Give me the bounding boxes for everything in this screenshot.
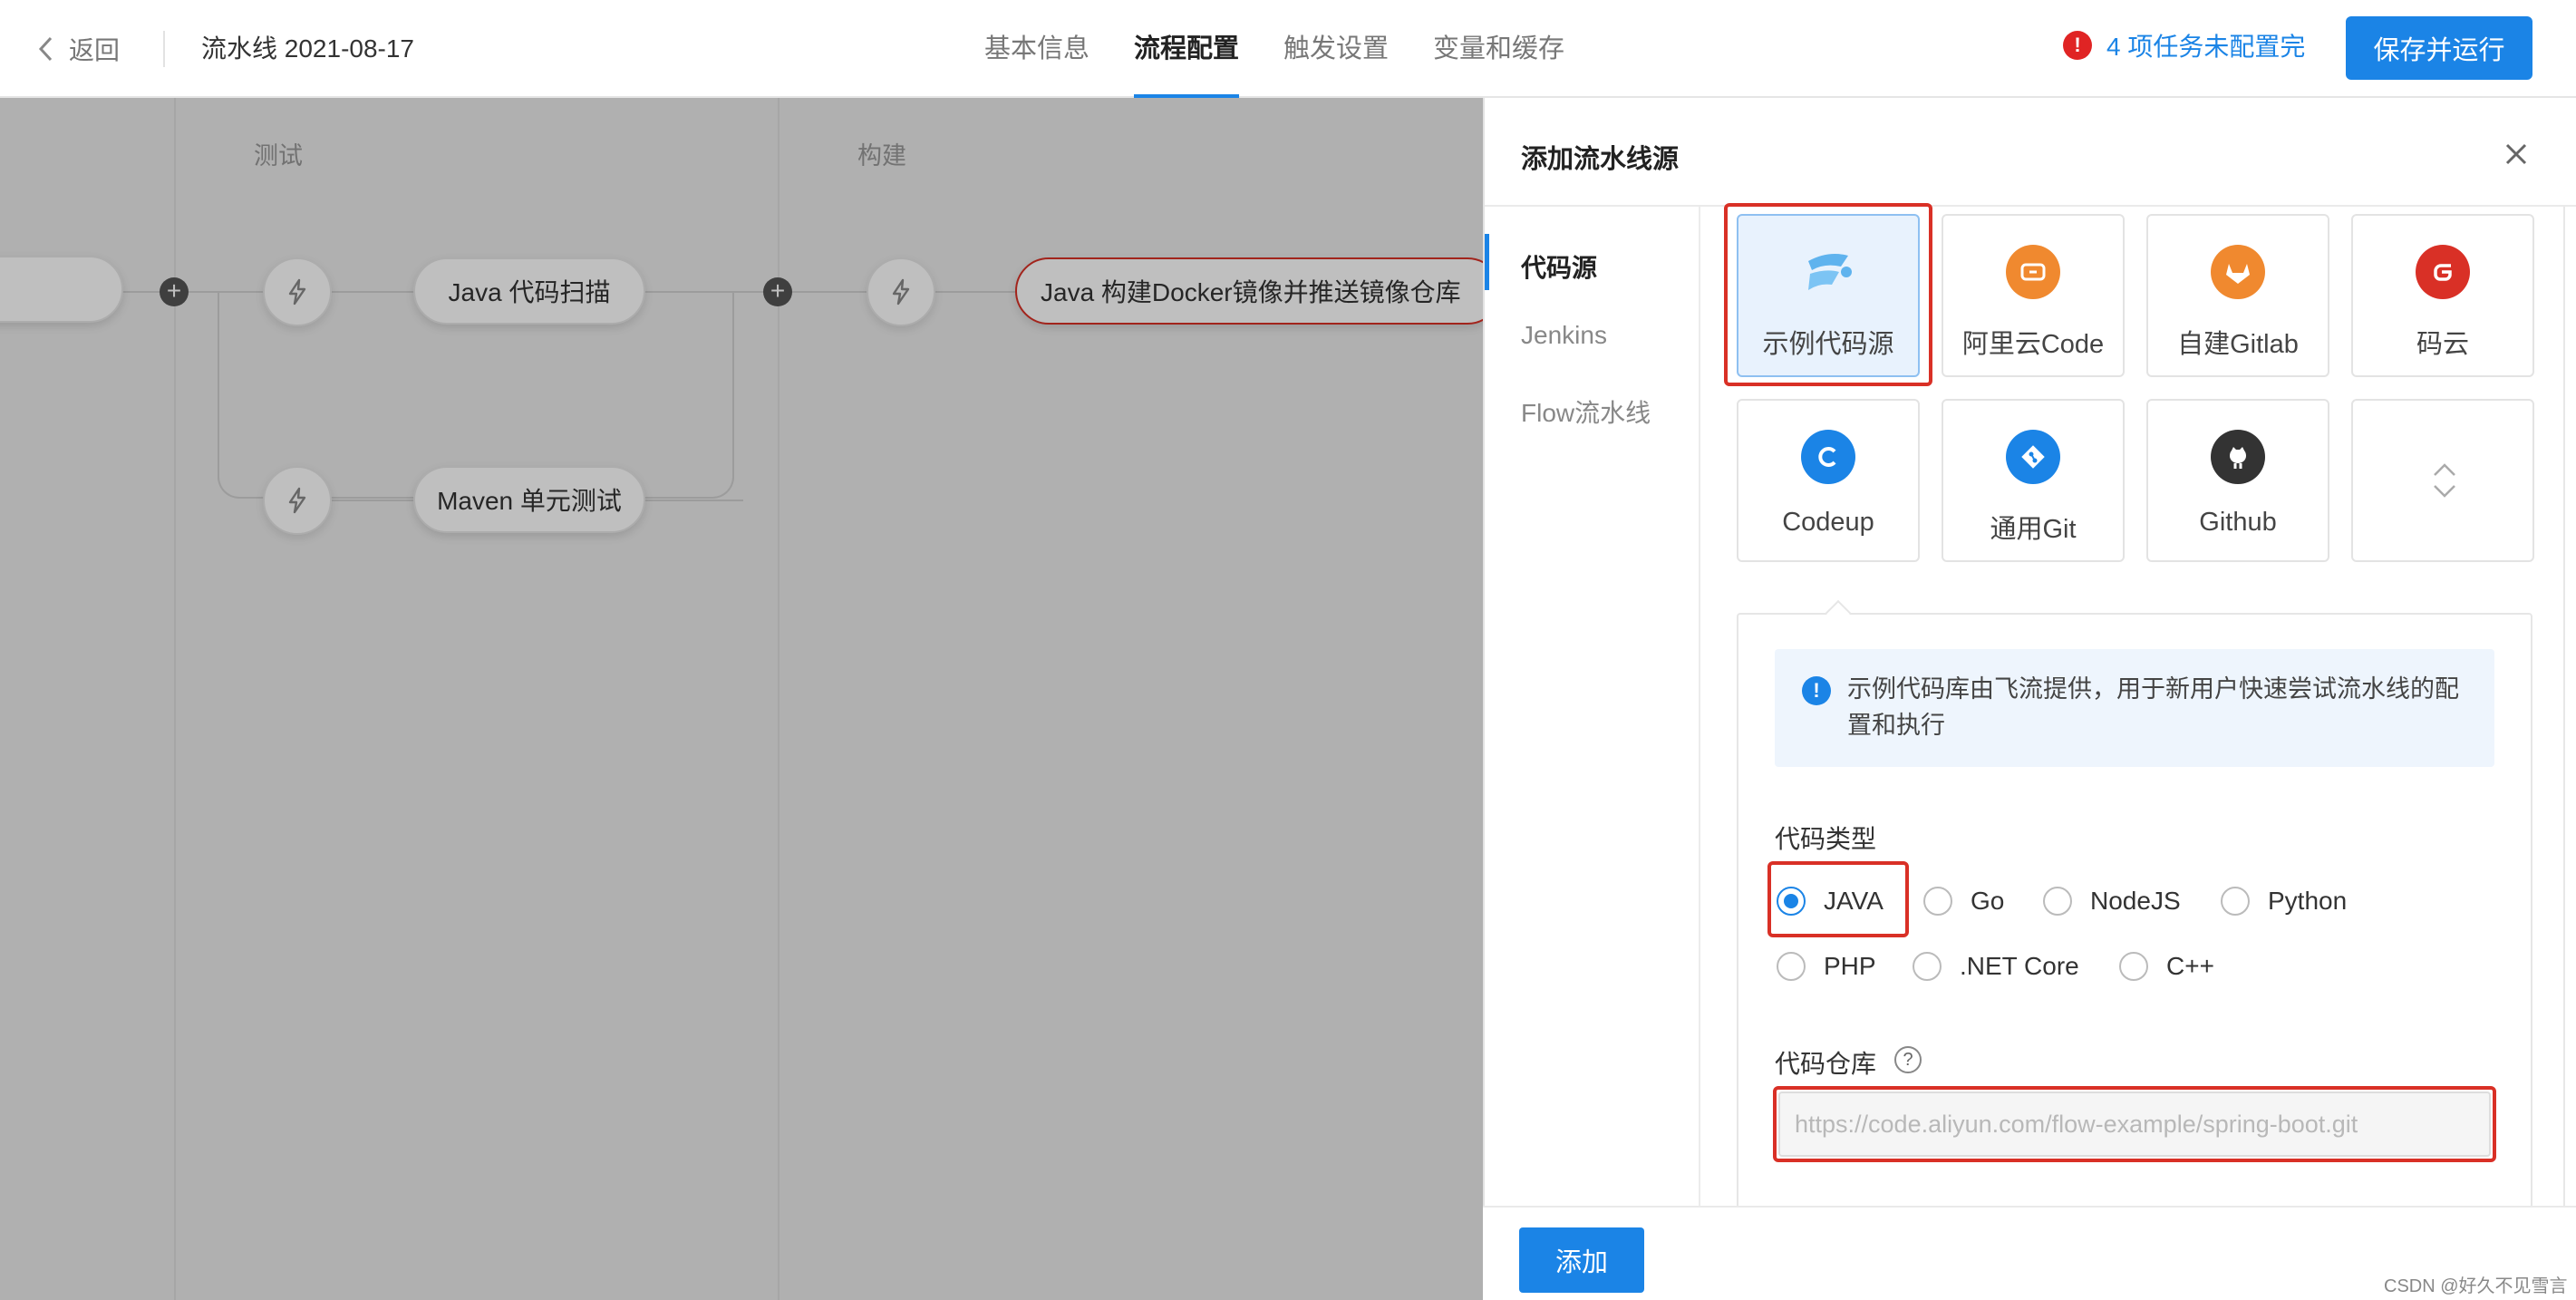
chevron-left-icon xyxy=(38,36,53,62)
drawer-title: 添加流水线源 xyxy=(1521,145,1680,174)
tab-variables-cache[interactable]: 变量和缓存 xyxy=(1433,0,1564,98)
radio-label: .NET Core xyxy=(1960,952,2079,980)
radio-label: PHP xyxy=(1824,952,1876,980)
github-icon xyxy=(2211,430,2265,484)
source-card-github[interactable]: Github xyxy=(2146,399,2329,562)
radio-dot xyxy=(1777,887,1806,916)
radio-label: Python xyxy=(2268,887,2348,915)
tab-basic-info[interactable]: 基本信息 xyxy=(984,0,1089,98)
code-type-label: 代码类型 xyxy=(1775,825,1877,853)
close-icon[interactable] xyxy=(2498,136,2534,172)
unconfigured-tasks-link[interactable]: ! 4 项任务未配置完 xyxy=(2063,27,2305,63)
sample-source-icon xyxy=(1808,254,1852,290)
git-icon xyxy=(2006,430,2060,484)
expand-toggle-icon xyxy=(2434,463,2455,498)
gitlab-icon xyxy=(2211,245,2265,299)
aliyun-code-icon xyxy=(2006,245,2060,299)
code-type-radio-java[interactable]: JAVA xyxy=(1777,883,1884,919)
source-card-label: 阿里云Code xyxy=(1961,330,2105,359)
source-card-label: Github xyxy=(2199,508,2277,537)
nav-item-flow-pipeline[interactable]: Flow流水线 xyxy=(1521,393,1651,430)
radio-dot xyxy=(1923,887,1952,916)
code-repo-input[interactable] xyxy=(1778,1091,2491,1157)
modal-overlay[interactable] xyxy=(0,98,1483,1300)
radio-label: JAVA xyxy=(1824,887,1884,915)
drawer-nav: 代码源 Jenkins Flow流水线 xyxy=(1485,207,1700,1209)
back-button[interactable]: 返回 xyxy=(36,29,120,69)
source-card-label: 码云 xyxy=(2416,330,2469,359)
radio-dot xyxy=(2119,952,2148,981)
info-icon: ! xyxy=(1802,676,1831,705)
info-notice-text: 示例代码库由飞流提供，用于新用户快速尝试流水线的配置和执行 xyxy=(1847,675,2459,739)
radio-label: Go xyxy=(1971,887,2005,915)
code-type-radio-nodejs[interactable]: NodeJS xyxy=(2043,883,2181,919)
radio-dot xyxy=(1777,952,1806,981)
source-card-git[interactable]: 通用Git xyxy=(1942,399,2125,562)
info-notice: ! 示例代码库由飞流提供，用于新用户快速尝试流水线的配置和执行 xyxy=(1775,649,2494,767)
code-type-radio-cpp[interactable]: C++ xyxy=(2119,948,2214,985)
radio-dot xyxy=(1913,952,1942,981)
radio-label: C++ xyxy=(2166,952,2214,980)
tab-process-config[interactable]: 流程配置 xyxy=(1134,0,1240,98)
source-card-label: Codeup xyxy=(1782,508,1874,537)
save-and-run-button[interactable]: 保存并运行 xyxy=(2346,16,2532,80)
code-type-radio-php[interactable]: PHP xyxy=(1777,948,1876,985)
source-card-gitlab[interactable]: 自建Gitlab xyxy=(2146,214,2329,377)
back-label: 返回 xyxy=(69,36,121,64)
nav-active-indicator xyxy=(1485,234,1489,290)
source-card-gitee[interactable]: 码云 xyxy=(2351,214,2534,377)
pipeline-canvas: 测试 构建 + Java 代码扫描 Maven 单元测试 + Java 构建Do… xyxy=(0,98,1483,1300)
top-header: 返回 流水线 2021-08-17 基本信息 流程配置 触发设置 变量和缓存 !… xyxy=(0,0,2576,98)
add-button[interactable]: 添加 xyxy=(1519,1227,1644,1293)
code-type-radio-go[interactable]: Go xyxy=(1923,883,2004,919)
gitee-icon xyxy=(2416,245,2470,299)
code-type-radio-python[interactable]: Python xyxy=(2221,883,2347,919)
source-card-label: 自建Gitlab xyxy=(2177,330,2299,359)
codeup-icon xyxy=(1801,430,1855,484)
main-tabs: 基本信息 流程配置 触发设置 变量和缓存 xyxy=(984,0,1609,98)
header-divider xyxy=(163,31,165,67)
source-card-label: 示例代码源 xyxy=(1762,330,1894,359)
source-card-label: 通用Git xyxy=(1990,515,2077,544)
tab-trigger-settings[interactable]: 触发设置 xyxy=(1283,0,1389,98)
radio-label: NodeJS xyxy=(2090,887,2181,915)
unconfigured-tasks-text: 4 项任务未配置完 xyxy=(2106,33,2306,61)
source-card-codeup[interactable]: Codeup xyxy=(1737,399,1920,562)
nav-item-jenkins[interactable]: Jenkins xyxy=(1521,321,1607,350)
source-card-aliyun-code[interactable]: 阿里云Code xyxy=(1942,214,2125,377)
source-card-sample[interactable]: 示例代码源 xyxy=(1737,214,1920,377)
code-repo-label: 代码仓库 xyxy=(1775,1050,1877,1078)
radio-dot xyxy=(2043,887,2072,916)
help-icon[interactable]: ? xyxy=(1894,1046,1922,1073)
code-type-radio-dotnet-core[interactable]: .NET Core xyxy=(1913,948,2079,985)
nav-item-code-source[interactable]: 代码源 xyxy=(1521,248,1597,285)
error-icon: ! xyxy=(2063,31,2092,60)
drawer-scrollbar[interactable] xyxy=(2563,207,2565,1209)
watermark: CSDN @好久不见雪言 xyxy=(2384,1276,2568,1296)
expand-sources-button[interactable] xyxy=(2351,399,2534,562)
radio-dot xyxy=(2221,887,2250,916)
pipeline-title: 流水线 2021-08-17 xyxy=(201,34,415,63)
